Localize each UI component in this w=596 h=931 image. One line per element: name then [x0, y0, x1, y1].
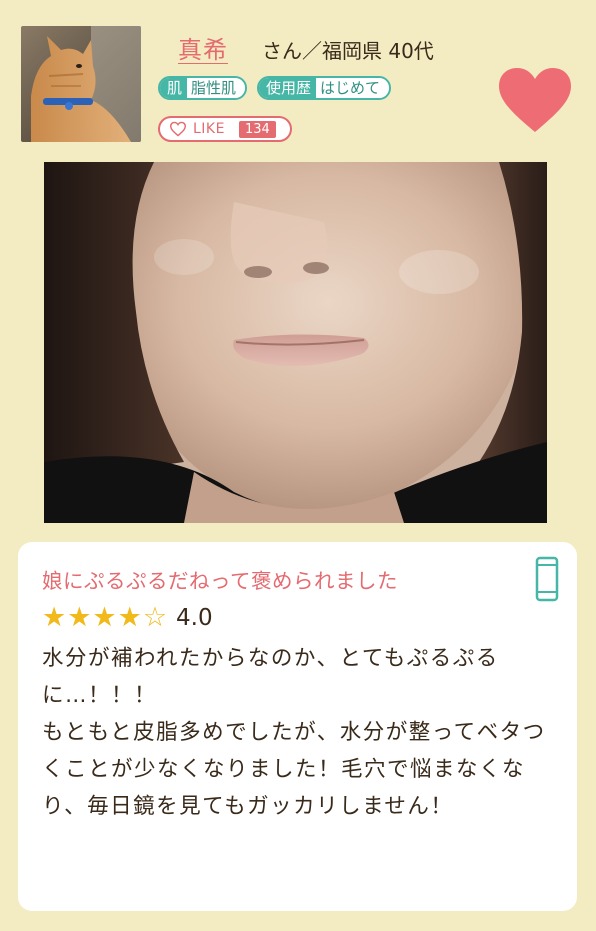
user-name-link[interactable]: 真希: [178, 30, 228, 65]
like-label: LIKE: [193, 121, 225, 137]
review-title: 娘にぷるぷるだねって褒められました: [42, 569, 398, 593]
tag-value: 脂性肌: [187, 78, 246, 98]
tag-key: 肌: [160, 78, 188, 98]
like-button[interactable]: LIKE 134: [158, 116, 292, 142]
heart-outline-icon: [169, 121, 187, 137]
user-info-line: 真希 さん／福岡県 40代: [178, 30, 434, 65]
like-count-badge: 134: [238, 120, 276, 138]
rating-value: 4.0: [176, 605, 213, 631]
tag-value: はじめて: [316, 78, 390, 98]
face-closeup-image: [44, 162, 547, 523]
star-rating: ★★★★☆: [42, 602, 169, 633]
usage-history-tag: 使用歴 はじめて: [257, 76, 392, 100]
review-photo[interactable]: [44, 162, 547, 523]
heart-icon: [499, 68, 571, 132]
smartphone-icon: [535, 556, 559, 602]
user-meta: さん／福岡県 40代: [262, 39, 434, 63]
user-tags: 肌 脂性肌 使用歴 はじめて: [158, 76, 392, 100]
review-card: 娘にぷるぷるだねって褒められました ★★★★☆ 4.0 水分が補われたからなのか…: [18, 542, 577, 911]
review-body: 水分が補われたからなのか、とてもぷるぷるに…！！！ もともと皮脂多めでしたが、水…: [42, 646, 546, 819]
cat-avatar-image: [21, 26, 141, 142]
user-avatar[interactable]: [21, 26, 141, 142]
favorite-heart-button[interactable]: [497, 66, 573, 134]
tag-key: 使用歴: [259, 78, 317, 98]
rating-row: ★★★★☆ 4.0: [42, 602, 557, 634]
skin-type-tag: 肌 脂性肌: [158, 76, 248, 100]
